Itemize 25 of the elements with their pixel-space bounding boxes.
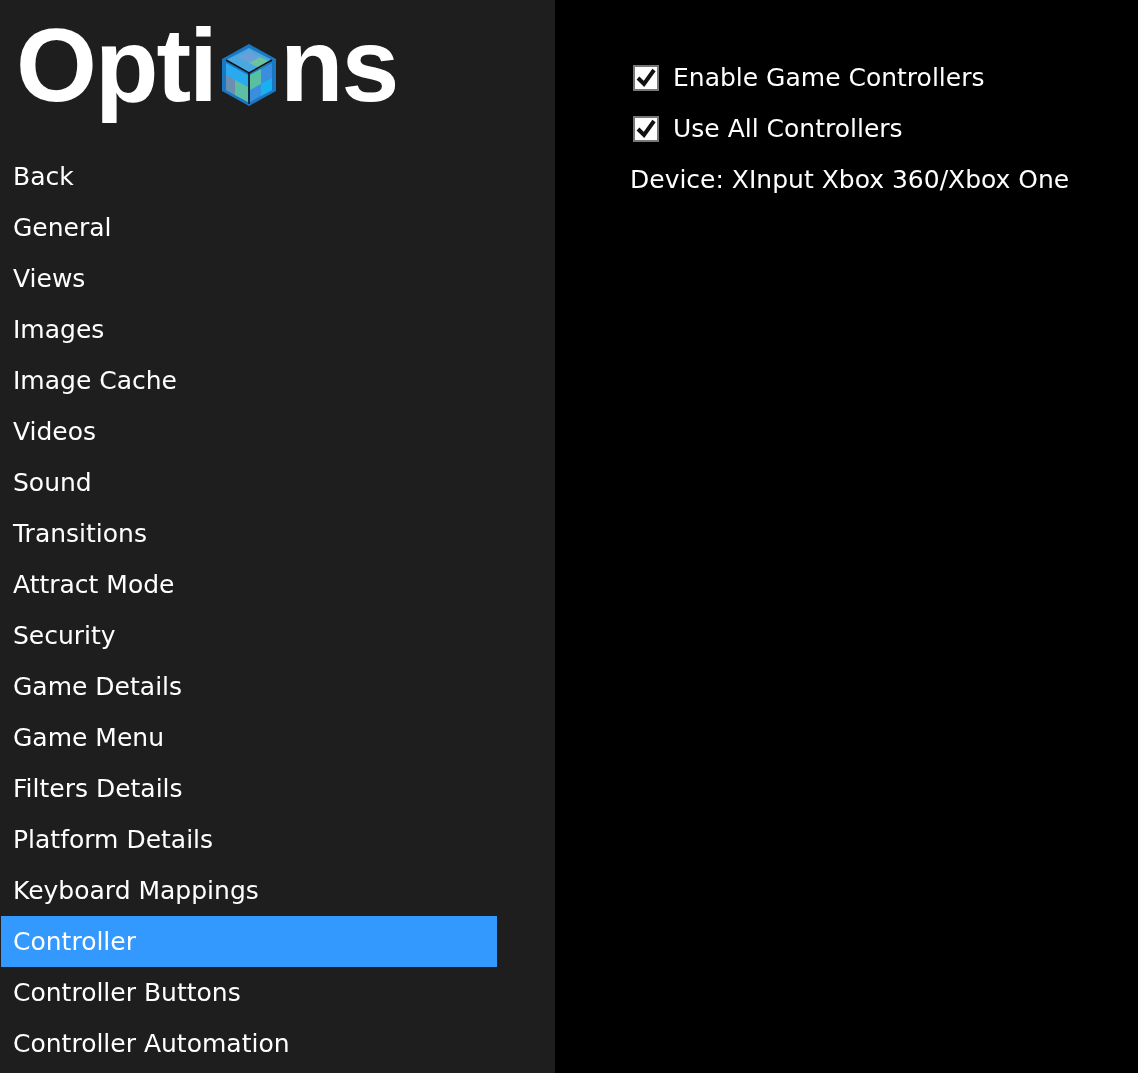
- checkbox-label: Enable Game Controllers: [673, 63, 985, 92]
- checkbox[interactable]: [633, 115, 659, 142]
- device-label: Device: XInput Xbox 360/Xbox One: [630, 165, 1070, 194]
- menu-item[interactable]: Image Cache: [1, 355, 497, 406]
- menu-item[interactable]: Attract Mode: [1, 559, 497, 610]
- menu-item[interactable]: General: [1, 202, 497, 253]
- menu-item[interactable]: Back: [1, 151, 497, 202]
- cube-icon: [219, 41, 278, 108]
- page-title: Opti: [16, 5, 216, 125]
- menu-item[interactable]: Filters Details: [1, 763, 497, 814]
- menu-item[interactable]: Security: [1, 610, 497, 661]
- menu-item[interactable]: Controller Buttons: [1, 967, 497, 1018]
- menu-item[interactable]: Platform Details: [1, 814, 497, 865]
- menu-item[interactable]: Controller Automation: [1, 1018, 497, 1069]
- menu-item[interactable]: Images: [1, 304, 497, 355]
- menu-item[interactable]: Game Details: [1, 661, 497, 712]
- menu-item[interactable]: Keyboard Mappings: [1, 865, 497, 916]
- checkbox-label: Use All Controllers: [673, 114, 903, 143]
- checkbox[interactable]: [633, 64, 659, 91]
- menu-item[interactable]: Videos: [1, 406, 497, 457]
- menu-item[interactable]: Transitions: [1, 508, 497, 559]
- page-title: ns: [279, 5, 398, 125]
- menu-item[interactable]: Game Menu: [1, 712, 497, 763]
- menu-item[interactable]: Sound: [1, 457, 497, 508]
- menu-item[interactable]: Views: [1, 253, 497, 304]
